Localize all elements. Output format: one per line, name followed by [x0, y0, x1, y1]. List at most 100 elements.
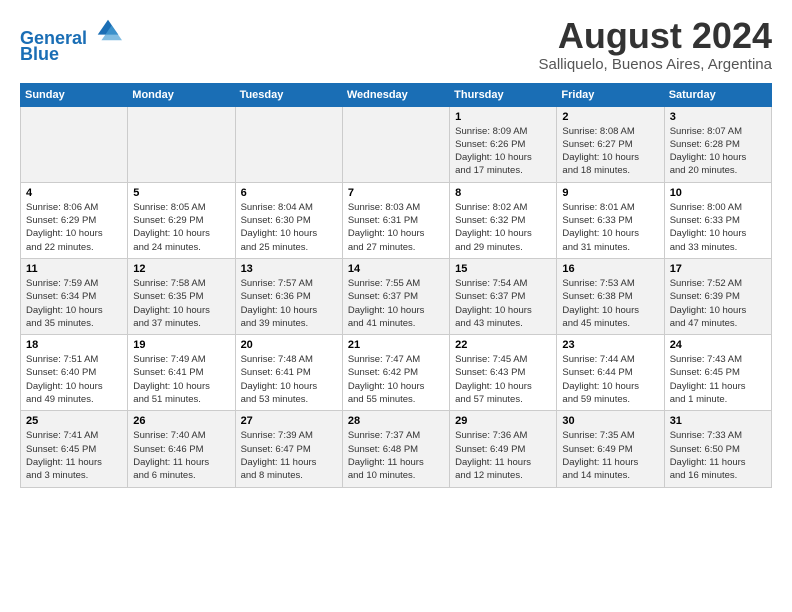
col-header-saturday: Saturday: [664, 83, 771, 106]
day-info: Sunrise: 7:43 AM Sunset: 6:45 PM Dayligh…: [670, 353, 766, 406]
day-info: Sunrise: 7:45 AM Sunset: 6:43 PM Dayligh…: [455, 353, 551, 406]
day-info: Sunrise: 7:39 AM Sunset: 6:47 PM Dayligh…: [241, 429, 337, 482]
calendar-cell: 9Sunrise: 8:01 AM Sunset: 6:33 PM Daylig…: [557, 182, 664, 258]
calendar-cell: 27 Sunrise: 7:39 AM Sunset: 6:47 PM Dayli…: [235, 411, 342, 487]
calendar-cell: 1 Sunrise: 8:09 AM Sunset: 6:26 PM Daylig…: [450, 106, 557, 182]
week-row-3: 11Sunrise: 7:59 AM Sunset: 6:34 PM Dayli…: [21, 258, 772, 334]
day-info: Sunrise: 7:51 AM Sunset: 6:40 PM Dayligh…: [26, 353, 122, 406]
day-number: 21: [348, 339, 444, 351]
day-info: Sunrise: 8:04 AM Sunset: 6:30 PM Dayligh…: [241, 201, 337, 254]
col-header-thursday: Thursday: [450, 83, 557, 106]
col-header-monday: Monday: [128, 83, 235, 106]
day-number: 12: [133, 263, 229, 275]
day-number: 17: [670, 263, 766, 275]
day-number: 3: [670, 111, 766, 123]
day-info: Sunrise: 7:47 AM Sunset: 6:42 PM Dayligh…: [348, 353, 444, 406]
col-header-sunday: Sunday: [21, 83, 128, 106]
day-number: 27: [241, 415, 337, 427]
day-info: Sunrise: 8:02 AM Sunset: 6:32 PM Dayligh…: [455, 201, 551, 254]
calendar-cell: 29 Sunrise: 7:36 AM Sunset: 6:49 PM Dayli…: [450, 411, 557, 487]
col-header-tuesday: Tuesday: [235, 83, 342, 106]
day-number: 29: [455, 415, 551, 427]
calendar-cell: 5 Sunrise: 8:05 AM Sunset: 6:29 PM Daylig…: [128, 182, 235, 258]
day-info: Sunrise: 8:06 AM Sunset: 6:29 PM Dayligh…: [26, 201, 122, 254]
day-info: Sunrise: 8:05 AM Sunset: 6:29 PM Dayligh…: [133, 201, 229, 254]
calendar-cell: 2 Sunrise: 8:08 AM Sunset: 6:27 PM Daylig…: [557, 106, 664, 182]
col-header-friday: Friday: [557, 83, 664, 106]
calendar-cell: 19 Sunrise: 7:49 AM Sunset: 6:41 PM Dayli…: [128, 335, 235, 411]
day-info: Sunrise: 7:52 AM Sunset: 6:39 PM Dayligh…: [670, 277, 766, 330]
day-info: Sunrise: 7:37 AM Sunset: 6:48 PM Dayligh…: [348, 429, 444, 482]
calendar-cell: 22 Sunrise: 7:45 AM Sunset: 6:43 PM Dayli…: [450, 335, 557, 411]
day-info: Sunrise: 7:53 AM Sunset: 6:38 PM Dayligh…: [562, 277, 658, 330]
page: General Blue August 2024 Salliquelo, Bue…: [0, 0, 792, 498]
day-number: 18: [26, 339, 122, 351]
day-info: Sunrise: 7:55 AM Sunset: 6:37 PM Dayligh…: [348, 277, 444, 330]
day-number: 30: [562, 415, 658, 427]
calendar-cell: 31 Sunrise: 7:33 AM Sunset: 6:50 PM Dayli…: [664, 411, 771, 487]
day-info: Sunrise: 8:00 AM Sunset: 6:33 PM Dayligh…: [670, 201, 766, 254]
subtitle: Salliquelo, Buenos Aires, Argentina: [539, 56, 773, 73]
col-header-wednesday: Wednesday: [342, 83, 449, 106]
header-row: SundayMondayTuesdayWednesdayThursdayFrid…: [21, 83, 772, 106]
day-number: 28: [348, 415, 444, 427]
calendar-cell: 10 Sunrise: 8:00 AM Sunset: 6:33 PM Dayli…: [664, 182, 771, 258]
day-info: Sunrise: 8:09 AM Sunset: 6:26 PM Dayligh…: [455, 125, 551, 178]
day-number: 4: [26, 187, 122, 199]
calendar-cell: 13 Sunrise: 7:57 AM Sunset: 6:36 PM Dayli…: [235, 258, 342, 334]
day-number: 13: [241, 263, 337, 275]
calendar-cell: 17 Sunrise: 7:52 AM Sunset: 6:39 PM Dayli…: [664, 258, 771, 334]
calendar-cell: 23 Sunrise: 7:44 AM Sunset: 6:44 PM Dayli…: [557, 335, 664, 411]
calendar-cell: 8 Sunrise: 8:02 AM Sunset: 6:32 PM Daylig…: [450, 182, 557, 258]
day-info: Sunrise: 7:44 AM Sunset: 6:44 PM Dayligh…: [562, 353, 658, 406]
calendar-table: SundayMondayTuesdayWednesdayThursdayFrid…: [20, 83, 772, 488]
day-number: 5: [133, 187, 229, 199]
day-number: 10: [670, 187, 766, 199]
day-number: 7: [348, 187, 444, 199]
day-number: 26: [133, 415, 229, 427]
day-number: 19: [133, 339, 229, 351]
main-title: August 2024: [539, 16, 773, 56]
day-number: 22: [455, 339, 551, 351]
day-info: Sunrise: 7:59 AM Sunset: 6:34 PM Dayligh…: [26, 277, 122, 330]
day-number: 31: [670, 415, 766, 427]
day-info: Sunrise: 7:57 AM Sunset: 6:36 PM Dayligh…: [241, 277, 337, 330]
day-info: Sunrise: 8:08 AM Sunset: 6:27 PM Dayligh…: [562, 125, 658, 178]
day-info: Sunrise: 7:40 AM Sunset: 6:46 PM Dayligh…: [133, 429, 229, 482]
calendar-cell: 6 Sunrise: 8:04 AM Sunset: 6:30 PM Daylig…: [235, 182, 342, 258]
day-info: Sunrise: 7:36 AM Sunset: 6:49 PM Dayligh…: [455, 429, 551, 482]
day-info: Sunrise: 7:49 AM Sunset: 6:41 PM Dayligh…: [133, 353, 229, 406]
day-info: Sunrise: 7:58 AM Sunset: 6:35 PM Dayligh…: [133, 277, 229, 330]
calendar-cell: [342, 106, 449, 182]
calendar-cell: [235, 106, 342, 182]
calendar-cell: [21, 106, 128, 182]
day-number: 25: [26, 415, 122, 427]
day-info: Sunrise: 8:07 AM Sunset: 6:28 PM Dayligh…: [670, 125, 766, 178]
week-row-5: 25 Sunrise: 7:41 AM Sunset: 6:45 PM Dayli…: [21, 411, 772, 487]
calendar-cell: 25 Sunrise: 7:41 AM Sunset: 6:45 PM Dayli…: [21, 411, 128, 487]
week-row-4: 18 Sunrise: 7:51 AM Sunset: 6:40 PM Dayli…: [21, 335, 772, 411]
day-number: 6: [241, 187, 337, 199]
day-number: 14: [348, 263, 444, 275]
day-info: Sunrise: 7:48 AM Sunset: 6:41 PM Dayligh…: [241, 353, 337, 406]
day-number: 16: [562, 263, 658, 275]
header: General Blue August 2024 Salliquelo, Bue…: [20, 16, 772, 73]
calendar-cell: 26 Sunrise: 7:40 AM Sunset: 6:46 PM Dayli…: [128, 411, 235, 487]
calendar-cell: 28 Sunrise: 7:37 AM Sunset: 6:48 PM Dayli…: [342, 411, 449, 487]
day-number: 8: [455, 187, 551, 199]
day-number: 9: [562, 187, 658, 199]
week-row-2: 4 Sunrise: 8:06 AM Sunset: 6:29 PM Daylig…: [21, 182, 772, 258]
day-info: Sunrise: 7:35 AM Sunset: 6:49 PM Dayligh…: [562, 429, 658, 482]
day-info: Sunrise: 7:41 AM Sunset: 6:45 PM Dayligh…: [26, 429, 122, 482]
day-info: Sunrise: 7:54 AM Sunset: 6:37 PM Dayligh…: [455, 277, 551, 330]
week-row-1: 1 Sunrise: 8:09 AM Sunset: 6:26 PM Daylig…: [21, 106, 772, 182]
calendar-cell: 16 Sunrise: 7:53 AM Sunset: 6:38 PM Dayli…: [557, 258, 664, 334]
day-info: Sunrise: 7:33 AM Sunset: 6:50 PM Dayligh…: [670, 429, 766, 482]
day-number: 2: [562, 111, 658, 123]
calendar-cell: 20Sunrise: 7:48 AM Sunset: 6:41 PM Dayli…: [235, 335, 342, 411]
day-number: 1: [455, 111, 551, 123]
logo-icon: [94, 16, 122, 44]
day-number: 24: [670, 339, 766, 351]
day-number: 23: [562, 339, 658, 351]
day-info: Sunrise: 8:03 AM Sunset: 6:31 PM Dayligh…: [348, 201, 444, 254]
